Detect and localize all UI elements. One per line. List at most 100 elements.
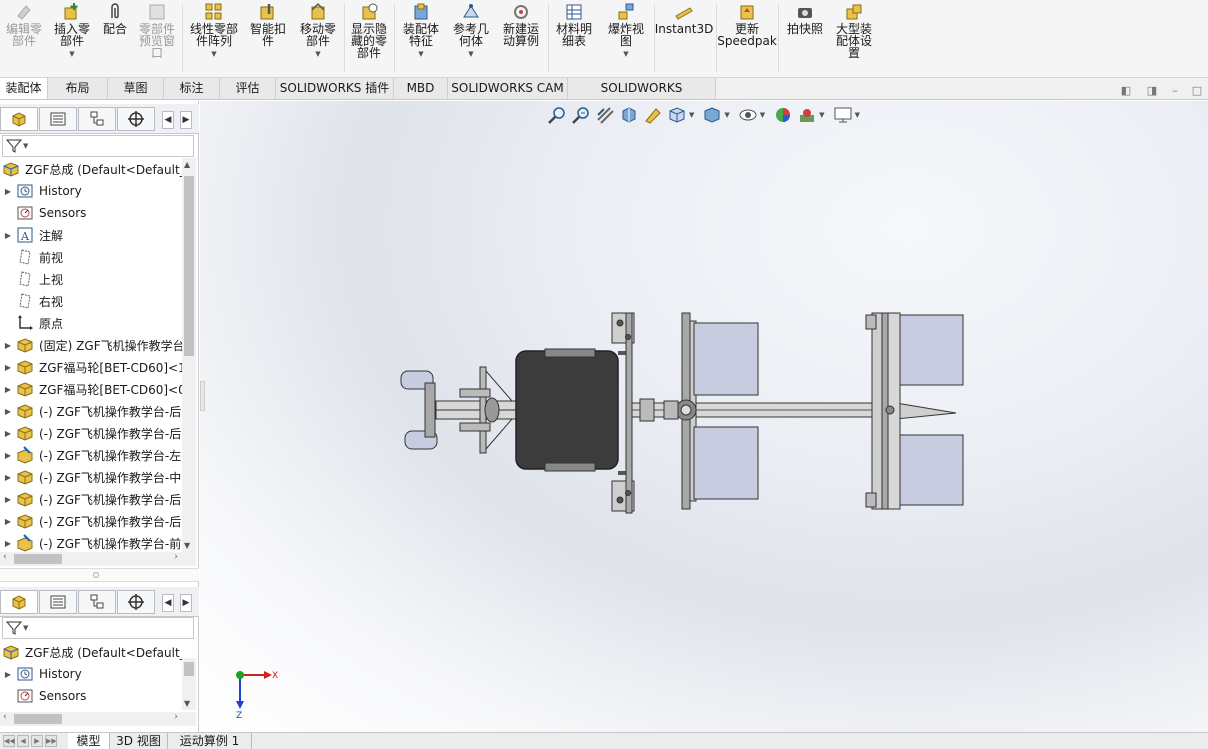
filter-dropdown-icon[interactable]: ▼ bbox=[23, 624, 28, 632]
pane-splitter[interactable] bbox=[0, 568, 199, 582]
instant3d-button[interactable]: Instant3D bbox=[655, 2, 713, 35]
dynamic-annotation-icon[interactable] bbox=[643, 105, 663, 125]
show-hidden-components-button[interactable]: 显示隐 藏的零 部件 bbox=[348, 2, 390, 59]
prev-tab-icon[interactable]: ◀ bbox=[17, 735, 29, 747]
tree-filter[interactable]: ▼ bbox=[2, 135, 194, 157]
configuration-manager-tab[interactable] bbox=[78, 107, 116, 131]
tree-root-assembly[interactable]: ZGF总成 (Default<Default_D bbox=[0, 158, 182, 180]
tree-bottom-hscroll-thumb[interactable] bbox=[14, 714, 62, 724]
tree-item[interactable]: ▶ (-) ZGF飞机操作教学台-后 bbox=[0, 422, 182, 444]
update-speedpak-button[interactable]: 更新 Speedpak bbox=[717, 2, 777, 47]
tree-item[interactable]: Sensors bbox=[0, 685, 182, 707]
expand-arrow-icon[interactable]: ▶ bbox=[0, 539, 16, 548]
hide-show-dropdown-icon[interactable]: ▼ bbox=[760, 111, 765, 119]
view-orientation-icon[interactable] bbox=[667, 105, 687, 125]
scroll-down-icon[interactable]: ▼ bbox=[184, 699, 190, 708]
hscroll-left-icon[interactable]: ‹ bbox=[3, 712, 7, 722]
dimxpert-manager-tab-2[interactable] bbox=[117, 590, 155, 614]
large-assembly-settings-button[interactable]: 大型装 配体设 置 bbox=[830, 2, 878, 59]
tree-top-vertical-scrollbar[interactable]: ▲ ▼ bbox=[182, 158, 196, 552]
hscroll-right-icon[interactable]: › bbox=[174, 552, 178, 562]
tree-bottom-horizontal-scrollbar[interactable]: ‹ › bbox=[0, 712, 196, 726]
part-preview-button[interactable]: 零部件 预览窗 口 bbox=[136, 2, 178, 59]
tree-item[interactable]: ▶ History bbox=[0, 180, 182, 202]
exploded-view-button[interactable]: 爆炸视 图 ▼ bbox=[602, 2, 650, 60]
property-manager-tab[interactable] bbox=[39, 107, 77, 131]
tree-root-assembly-2[interactable]: ZGF总成 (Default<Default_D bbox=[0, 641, 182, 663]
tab-sketch[interactable]: 草图 bbox=[108, 78, 164, 99]
reference-geometry-button[interactable]: 参考几 何体 ▼ bbox=[448, 2, 494, 60]
tab-layout[interactable]: 布局 bbox=[48, 78, 108, 99]
tree-item[interactable]: 上视 bbox=[0, 268, 182, 290]
tree-item[interactable]: 右视 bbox=[0, 290, 182, 312]
tree-item[interactable]: ▶ (-) ZGF飞机操作教学台-左 bbox=[0, 444, 182, 466]
tab-motion-study-1[interactable]: 运动算例 1 bbox=[168, 733, 252, 749]
display-style-dropdown-icon[interactable]: ▼ bbox=[724, 111, 729, 119]
expand-arrow-icon[interactable]: ▶ bbox=[0, 231, 16, 240]
snapshot-button[interactable]: 拍快照 bbox=[782, 2, 828, 35]
tab-solidworks-addins[interactable]: SOLIDWORKS 插件 bbox=[276, 78, 394, 99]
edit-part-button[interactable]: 编辑零 部件 bbox=[4, 2, 44, 47]
tab-model[interactable]: 模型 bbox=[68, 733, 110, 749]
mate-button[interactable]: 配合 bbox=[100, 2, 130, 35]
hide-show-items-icon[interactable] bbox=[738, 105, 758, 125]
tree-item[interactable]: ▶ (-) ZGF飞机操作教学台-中 bbox=[0, 466, 182, 488]
panel-scroll-left-icon[interactable]: ◀ bbox=[162, 111, 174, 129]
panel-scroll-left-icon[interactable]: ◀ bbox=[162, 594, 174, 612]
tree-item[interactable]: ▶ (固定) ZGF飞机操作教学台 bbox=[0, 334, 182, 356]
tree-top-hscroll-thumb[interactable] bbox=[14, 554, 62, 564]
linear-pattern-dropdown-icon[interactable]: ▼ bbox=[211, 48, 216, 60]
dimxpert-manager-tab[interactable] bbox=[117, 107, 155, 131]
hscroll-left-icon[interactable]: ‹ bbox=[3, 552, 7, 562]
tree-item[interactable]: ▶ (-) ZGF飞机操作教学台-后 bbox=[0, 400, 182, 422]
smart-fastener-button[interactable]: 智能扣 件 bbox=[246, 2, 290, 47]
tree-filter-2[interactable]: ▼ bbox=[2, 617, 194, 639]
restore-pane-right-icon[interactable]: ◨ bbox=[1145, 84, 1159, 98]
expand-arrow-icon[interactable]: ▶ bbox=[0, 495, 16, 504]
hscroll-right-icon[interactable]: › bbox=[174, 712, 178, 722]
scroll-up-icon[interactable]: ▲ bbox=[184, 160, 190, 169]
restore-pane-left-icon[interactable]: ◧ bbox=[1119, 84, 1133, 98]
expand-arrow-icon[interactable]: ▶ bbox=[0, 517, 16, 526]
tree-top-horizontal-scrollbar[interactable]: ‹ › bbox=[0, 552, 196, 566]
zoom-to-fit-icon[interactable] bbox=[547, 105, 567, 125]
new-motion-study-button[interactable]: 新建运 动算例 bbox=[498, 2, 544, 47]
zoom-to-area-icon[interactable] bbox=[571, 105, 591, 125]
apply-scene-icon[interactable] bbox=[797, 105, 817, 125]
minimize-icon[interactable]: – bbox=[1168, 84, 1182, 98]
edit-appearance-icon[interactable] bbox=[773, 105, 793, 125]
tree-item[interactable]: ▶ (-) ZGF飞机操作教学台-后 bbox=[0, 488, 182, 510]
tree-item[interactable]: ▶ ZGF福马轮[BET-CD60]<0 bbox=[0, 378, 182, 400]
section-view-icon[interactable] bbox=[619, 105, 639, 125]
tab-assembly[interactable]: 装配体 bbox=[0, 78, 48, 99]
tab-solidworks-cam[interactable]: SOLIDWORKS CAM bbox=[448, 78, 568, 99]
next-tab-icon[interactable]: ▶ bbox=[31, 735, 43, 747]
last-tab-icon[interactable]: ▶▶ bbox=[45, 735, 57, 747]
property-manager-tab-2[interactable] bbox=[39, 590, 77, 614]
move-component-button[interactable]: 移动零 部件 ▼ bbox=[296, 2, 340, 60]
expand-arrow-icon[interactable]: ▶ bbox=[0, 363, 16, 372]
assembly-model-drawing[interactable] bbox=[200, 101, 1208, 732]
expand-arrow-icon[interactable]: ▶ bbox=[0, 385, 16, 394]
tab-solidworks-inspection[interactable]: SOLIDWORKS Inspection bbox=[568, 78, 716, 116]
tree-top-scroll-thumb[interactable] bbox=[184, 176, 194, 356]
tree-bottom-scroll-thumb[interactable] bbox=[184, 662, 194, 676]
expand-arrow-icon[interactable]: ▶ bbox=[0, 473, 16, 482]
first-tab-icon[interactable]: ◀◀ bbox=[3, 735, 15, 747]
graphics-viewport[interactable]: X Z bbox=[200, 101, 1208, 732]
tree-item[interactable]: ▶ (-) ZGF飞机操作教学台-后 bbox=[0, 510, 182, 532]
apply-scene-dropdown-icon[interactable]: ▼ bbox=[819, 111, 824, 119]
maximize-icon[interactable]: □ bbox=[1190, 84, 1204, 98]
filter-dropdown-icon[interactable]: ▼ bbox=[23, 142, 28, 150]
expand-arrow-icon[interactable]: ▶ bbox=[0, 187, 16, 196]
feature-manager-tab-2[interactable] bbox=[0, 590, 38, 614]
view-settings-dropdown-icon[interactable]: ▼ bbox=[855, 111, 860, 119]
tab-markup[interactable]: 标注 bbox=[164, 78, 220, 99]
reference-geometry-dropdown-icon[interactable]: ▼ bbox=[468, 48, 473, 60]
tree-item[interactable]: ▶ History bbox=[0, 663, 182, 685]
tree-item[interactable]: ▶ A 注解 bbox=[0, 224, 182, 246]
tab-3d-views[interactable]: 3D 视图 bbox=[110, 733, 168, 749]
tab-evaluate[interactable]: 评估 bbox=[220, 78, 276, 99]
tree-item[interactable]: 原点 bbox=[0, 312, 182, 334]
scroll-down-icon[interactable]: ▼ bbox=[184, 541, 190, 550]
